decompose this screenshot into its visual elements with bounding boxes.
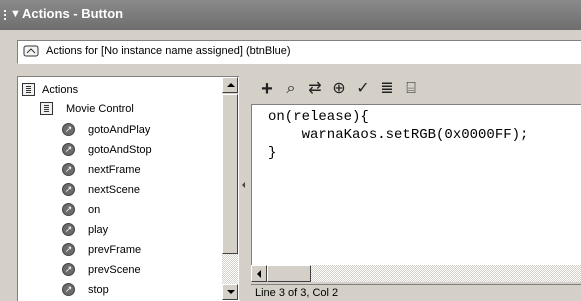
tree-item-prevframe[interactable]: ↗ prevFrame <box>62 241 232 261</box>
code-editor[interactable]: on(release){ warnaKaos.setRGB(0x0000FF);… <box>251 104 581 265</box>
instance-label: Actions for [No instance name assigned] … <box>46 45 291 57</box>
tree-item-play[interactable]: ↗ play <box>62 221 232 241</box>
tree-item-label: prevFrame <box>88 244 142 256</box>
code-line-2: warnaKaos.setRGB(0x0000FF); <box>268 127 529 143</box>
tree-item-label: prevScene <box>88 264 141 276</box>
tree-item-label: on <box>88 204 101 216</box>
action-icon: ↗ <box>62 183 75 196</box>
collapse-arrow-icon[interactable]: ▼ <box>10 8 21 20</box>
tree-item-label: stop <box>88 284 109 296</box>
action-icon: ↗ <box>62 243 75 256</box>
tree-item-nextscene[interactable]: ↗ nextScene <box>62 181 232 201</box>
tree-item-label: nextScene <box>88 184 140 196</box>
arrow-down-icon <box>227 290 235 294</box>
auto-format-button[interactable]: ≣ <box>378 80 396 98</box>
instance-info-bar: Actions for [No instance name assigned] … <box>17 40 581 64</box>
scroll-track[interactable] <box>222 254 238 284</box>
tree-item-nextframe[interactable]: ↗ nextFrame <box>62 161 232 181</box>
show-code-hint-button[interactable]: ⌸ <box>402 80 420 98</box>
tree-item-gotoandstop[interactable]: ↗ gotoAndStop <box>62 141 232 161</box>
toolbox-scrollbar[interactable] <box>222 77 238 300</box>
book-icon <box>22 83 35 96</box>
action-icon: ↗ <box>62 283 75 296</box>
code-line-1: on(release){ <box>268 109 369 125</box>
tree-item-on[interactable]: ↗ on <box>62 201 232 221</box>
tree-group-label: Movie Control <box>66 103 134 115</box>
button-symbol-icon <box>23 45 39 57</box>
action-icon: ↗ <box>62 143 75 156</box>
tree-item-prevscene[interactable]: ↗ prevScene <box>62 261 232 281</box>
tree-item-label: nextFrame <box>88 164 141 176</box>
scroll-down-button[interactable] <box>222 284 238 300</box>
tree-root-label: Actions <box>42 84 79 96</box>
action-icon: ↗ <box>62 263 75 276</box>
tree-item-label: gotoAndPlay <box>88 124 151 136</box>
status-bar: Line 3 of 3, Col 2 <box>251 284 581 301</box>
tree-item-label: play <box>88 224 109 236</box>
tree-item-gotoandplay[interactable]: ↗ gotoAndPlay <box>62 121 232 141</box>
code-line-3: } <box>268 145 277 161</box>
horizontal-scroll-thumb[interactable] <box>267 265 311 282</box>
arrow-left-icon <box>257 270 261 278</box>
script-toolbar: + ⌕ ⇄ ⊕ ✓ ≣ ⌸ <box>250 76 581 104</box>
tree-group-movie-control[interactable]: Movie Control <box>40 100 230 120</box>
panel-title: Actions - Button <box>22 6 124 21</box>
scroll-up-button[interactable] <box>222 77 238 93</box>
panel-grip-handle[interactable] <box>3 9 7 21</box>
collapse-left-icon[interactable] <box>242 182 245 188</box>
check-syntax-button[interactable]: ✓ <box>354 80 372 98</box>
replace-button[interactable]: ⇄ <box>306 80 324 98</box>
cursor-position: Line 3 of 3, Col 2 <box>255 287 339 299</box>
add-item-button[interactable]: + <box>258 79 276 99</box>
actions-toolbox: Actions Movie Control ↗ gotoAndPlay ↗ go… <box>17 76 240 301</box>
pane-splitter[interactable] <box>239 76 249 300</box>
insert-target-path-button[interactable]: ⊕ <box>330 80 348 98</box>
action-icon: ↗ <box>62 123 75 136</box>
scroll-left-button[interactable] <box>251 265 267 282</box>
scroll-thumb[interactable] <box>222 94 238 254</box>
book-icon <box>40 102 53 115</box>
editor-horizontal-scrollbar[interactable] <box>251 265 581 282</box>
tree-item-label: gotoAndStop <box>88 144 152 156</box>
arrow-up-icon <box>227 83 235 87</box>
action-icon: ↗ <box>62 163 75 176</box>
action-icon: ↗ <box>62 203 75 216</box>
tree-item-stop[interactable]: ↗ stop <box>62 281 232 301</box>
action-icon: ↗ <box>62 223 75 236</box>
find-button[interactable]: ⌕ <box>282 80 300 98</box>
panel-title-bar[interactable]: ▼ Actions - Button <box>0 0 581 30</box>
tree-root-actions[interactable]: Actions <box>22 81 222 101</box>
